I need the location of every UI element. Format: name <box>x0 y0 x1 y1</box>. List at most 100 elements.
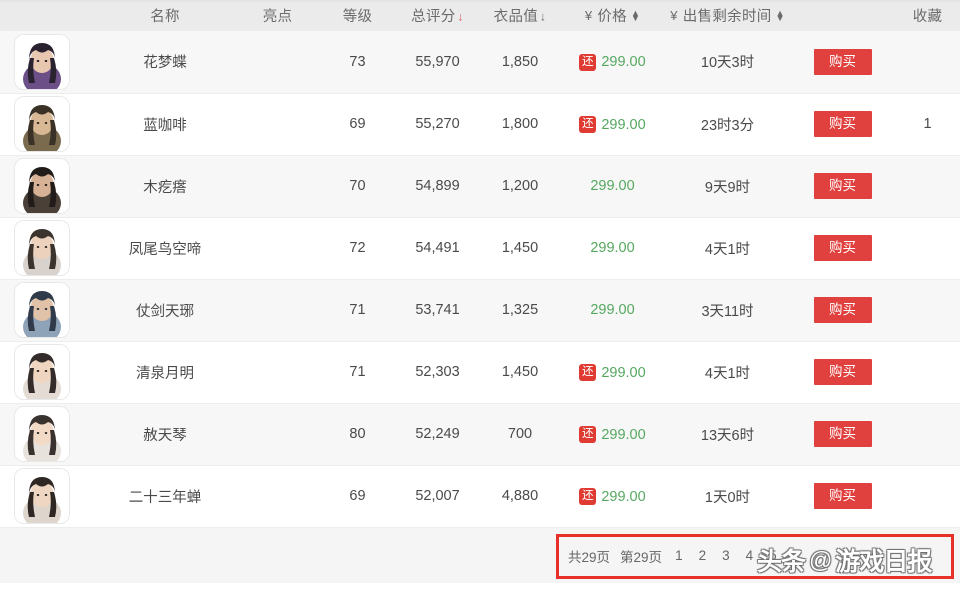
table-row[interactable]: 仗剑天琊 71 53,741 1,325 299.00 3天11时 购买 <box>0 279 960 341</box>
buy-button-cell: 购买 <box>790 93 895 155</box>
sort-descending-icon[interactable]: ↓ <box>540 10 546 22</box>
pagination-page-4[interactable]: 4 <box>743 548 757 563</box>
character-remaining-time: 10天3时 <box>700 55 755 72</box>
column-header-price[interactable]: ¥ 价格 ▲ ▼ <box>560 0 665 31</box>
character-name[interactable]: 赦天琴 <box>95 403 235 465</box>
column-header-highlight[interactable]: 亮点 <box>235 0 320 31</box>
buy-button[interactable]: 购买 <box>813 359 872 385</box>
character-favorite-count[interactable] <box>895 217 960 279</box>
character-avatar-cell[interactable] <box>0 93 95 155</box>
character-highlight <box>235 93 320 155</box>
character-level: 71 <box>349 364 366 380</box>
character-favorite-count[interactable] <box>895 155 960 217</box>
character-avatar-cell[interactable] <box>0 279 95 341</box>
column-header-favorite-label: 收藏 <box>912 9 943 25</box>
character-highlight <box>235 31 320 93</box>
character-outfit-value: 1,450 <box>501 240 539 256</box>
yen-currency-icon: ¥ <box>670 8 678 23</box>
pagination-page-2[interactable]: 2 <box>696 548 710 563</box>
column-header-level-label: 等级 <box>342 9 373 25</box>
character-avatar-icon[interactable] <box>14 96 70 152</box>
sort-both-icon[interactable]: ▲ ▼ <box>631 8 640 22</box>
buy-button[interactable]: 购买 <box>813 483 872 509</box>
buy-button-cell: 购买 <box>790 465 895 527</box>
column-header-outfit-value[interactable]: 衣品值 ↓ <box>480 0 560 31</box>
column-header-name[interactable]: 名称 <box>95 0 235 31</box>
table-row[interactable]: 凤尾鸟空啼 72 54,491 1,450 299.00 4天1时 购买 <box>0 217 960 279</box>
character-avatar-icon[interactable] <box>14 344 70 400</box>
buy-button[interactable]: 购买 <box>813 297 872 323</box>
table-row[interactable]: 赦天琴 80 52,249 700 还 299.00 13天6时 购买 <box>0 403 960 465</box>
column-header-name-label: 名称 <box>150 9 180 25</box>
character-name[interactable]: 清泉月明 <box>95 341 235 403</box>
character-price-cell: 还 299.00 <box>560 403 665 465</box>
pagination-current-page: 第29页 <box>620 549 663 565</box>
character-remaining-time: 23时3分 <box>700 117 755 134</box>
buy-button[interactable]: 购买 <box>813 235 872 261</box>
character-name[interactable]: 二十三年蝉 <box>95 465 235 527</box>
character-favorite-count[interactable] <box>895 31 960 93</box>
character-name[interactable]: 木疙瘩 <box>95 155 235 217</box>
installment-badge: 还 <box>579 426 597 444</box>
pagination-page-3[interactable]: 3 <box>719 548 733 563</box>
buy-button[interactable]: 购买 <box>813 421 872 447</box>
character-remaining-time: 9天9时 <box>704 179 751 196</box>
pagination-page-1[interactable]: 1 <box>672 548 686 563</box>
character-price: 299.00 <box>590 240 635 256</box>
table-row[interactable]: 木疙瘩 70 54,899 1,200 299.00 9天9时 购买 <box>0 155 960 217</box>
character-favorite-count[interactable] <box>895 279 960 341</box>
character-total-score: 52,007 <box>415 488 460 504</box>
table-row[interactable]: 清泉月明 71 52,303 1,450 还 299.00 4天1时 购买 <box>0 341 960 403</box>
buy-button[interactable]: 购买 <box>813 173 872 199</box>
character-outfit-value: 1,850 <box>501 53 539 70</box>
character-remaining-time: 1天0时 <box>704 489 751 506</box>
buy-button[interactable]: 购买 <box>813 111 872 137</box>
character-name[interactable]: 花梦蝶 <box>95 31 235 93</box>
character-total-score: 55,970 <box>415 53 460 70</box>
character-name[interactable]: 凤尾鸟空啼 <box>95 217 235 279</box>
character-favorite-count[interactable] <box>895 465 960 527</box>
column-header-remaining-time[interactable]: ¥ 出售剩余时间 ▲ ▼ <box>665 0 790 31</box>
character-avatar-icon[interactable] <box>14 282 70 338</box>
character-avatar-icon[interactable] <box>14 220 70 276</box>
character-avatar-icon[interactable] <box>14 468 70 524</box>
character-level: 80 <box>349 426 366 442</box>
character-avatar-cell[interactable] <box>0 155 95 217</box>
table-row[interactable]: 花梦蝶 73 55,970 1,850 还 299.00 10天3时 购买 <box>0 31 960 93</box>
character-favorite-count[interactable] <box>895 341 960 403</box>
character-avatar-cell[interactable] <box>0 403 95 465</box>
column-header-outfit-value-label: 衣品值 <box>493 9 539 25</box>
character-avatar-icon[interactable] <box>14 158 70 214</box>
character-total-score: 52,303 <box>415 364 460 380</box>
pagination-total-pages: 共29页 <box>568 549 611 565</box>
character-market-table: 名称 亮点 等级 总评分 ↓ 衣品值 ↓ ¥ 价格 ▲ ▼ ¥ 出售剩余时间 ▲… <box>0 0 960 528</box>
character-avatar-cell[interactable] <box>0 465 95 527</box>
buy-button[interactable]: 购买 <box>813 48 872 75</box>
character-level: 70 <box>349 178 366 194</box>
table-row[interactable]: 二十三年蝉 69 52,007 4,880 还 299.00 1天0时 购买 <box>0 465 960 527</box>
character-name[interactable]: 仗剑天琊 <box>95 279 235 341</box>
character-avatar-cell[interactable] <box>0 31 95 93</box>
character-level: 69 <box>349 116 366 132</box>
character-favorite-count[interactable]: 1 <box>895 93 960 155</box>
pagination-page-5[interactable]: 5 <box>766 548 780 563</box>
character-avatar-cell[interactable] <box>0 341 95 403</box>
column-header-total-score[interactable]: 总评分 ↓ <box>395 0 480 31</box>
character-name[interactable]: 蓝咖啡 <box>95 93 235 155</box>
character-avatar-icon[interactable] <box>14 406 70 462</box>
character-favorite-count[interactable] <box>895 403 960 465</box>
character-price-cell: 还 299.00 <box>560 93 665 155</box>
table-row[interactable]: 蓝咖啡 69 55,270 1,800 还 299.00 23时3分 购买 1 <box>0 93 960 155</box>
character-avatar-icon[interactable] <box>14 33 70 90</box>
sort-descending-icon[interactable]: ↓ <box>458 10 464 22</box>
column-header-level[interactable]: 等级 <box>320 0 395 31</box>
character-avatar-cell[interactable] <box>0 217 95 279</box>
character-price: 299.00 <box>590 178 635 194</box>
column-header-favorite[interactable]: 收藏 <box>895 0 960 31</box>
sort-both-icon[interactable]: ▲ ▼ <box>776 8 785 22</box>
column-header-total-score-label: 总评分 <box>411 9 456 25</box>
column-header-price-label: 价格 <box>597 9 627 25</box>
character-price: 299.00 <box>601 54 646 71</box>
character-outfit-value: 4,880 <box>501 488 539 504</box>
character-level: 71 <box>349 302 366 318</box>
